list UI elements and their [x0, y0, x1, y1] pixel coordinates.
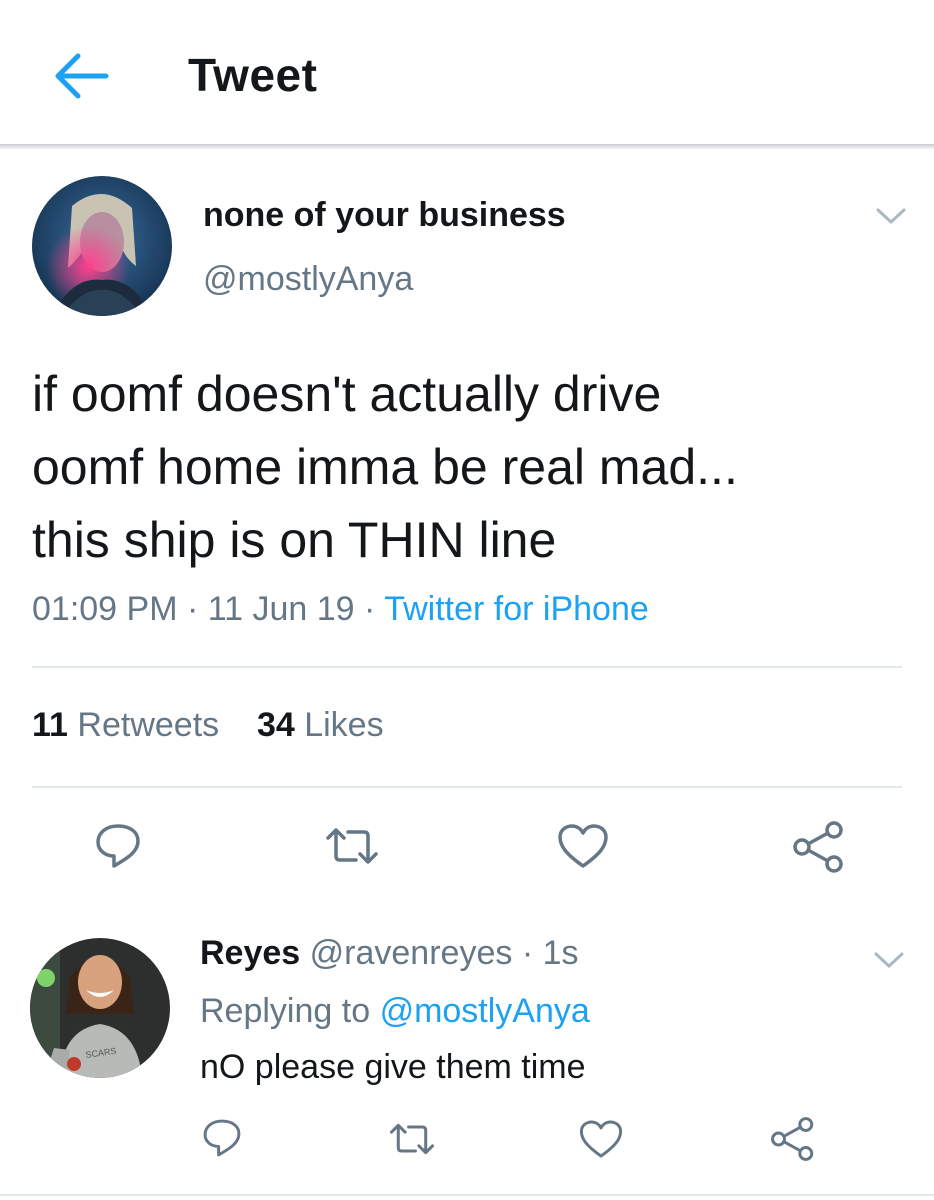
- reply-icon[interactable]: [92, 820, 144, 872]
- tweet-metadata: 01:09 PM · 11 Jun 19 · Twitter for iPhon…: [32, 590, 649, 629]
- like-icon[interactable]: [556, 822, 610, 870]
- divider: [32, 666, 902, 668]
- retweets-label: Retweets: [77, 706, 220, 744]
- tweet-text-line: if oomf doesn't actually drive: [32, 366, 662, 422]
- chevron-down-icon[interactable]: [872, 950, 906, 970]
- back-arrow-icon[interactable]: [50, 44, 114, 108]
- page-title: Tweet: [188, 49, 318, 101]
- tweet-text-line: this ship is on THIN line: [32, 512, 557, 568]
- reply-author-name[interactable]: Reyes: [200, 934, 300, 972]
- reply-author-avatar[interactable]: SCARS: [30, 938, 170, 1078]
- meta-separator: ·: [186, 590, 199, 628]
- reply-author-handle[interactable]: @ravenreyes: [310, 934, 513, 972]
- replying-to: Replying to @mostlyAnya: [200, 992, 590, 1031]
- author-display-name[interactable]: none of your business: [203, 196, 566, 235]
- like-icon[interactable]: [578, 1118, 624, 1160]
- retweets-stat[interactable]: 11 Retweets: [32, 706, 219, 744]
- chevron-down-icon[interactable]: [874, 206, 908, 226]
- retweet-icon[interactable]: [388, 1118, 436, 1160]
- tweet-text-line: oomf home imma be real mad...: [32, 439, 738, 495]
- tweet-time: 01:09 PM: [32, 590, 178, 628]
- meta-separator: ·: [364, 590, 376, 628]
- likes-count: 34: [256, 706, 295, 744]
- likes-label: Likes: [304, 706, 384, 744]
- divider: [0, 1194, 934, 1196]
- replying-to-handle[interactable]: @mostlyAnya: [380, 992, 590, 1030]
- header-divider: [0, 144, 934, 150]
- author-avatar[interactable]: [32, 176, 172, 316]
- reply-icon[interactable]: [200, 1116, 244, 1160]
- share-icon[interactable]: [770, 1116, 816, 1162]
- author-handle[interactable]: @mostlyAnya: [203, 260, 413, 299]
- engagement-stats: 11 Retweets 34 Likes: [32, 706, 384, 745]
- meta-separator: ·: [521, 934, 534, 972]
- reply-text: nO please give them time: [200, 1048, 586, 1086]
- likes-stat[interactable]: 34 Likes: [257, 706, 384, 744]
- share-icon[interactable]: [792, 820, 846, 874]
- tweet-source-link[interactable]: Twitter for iPhone: [384, 590, 649, 628]
- reply-header: Reyes @ravenreyes · 1s: [200, 934, 579, 973]
- divider: [32, 786, 902, 788]
- reply-age: 1s: [542, 934, 579, 972]
- tweet-date: 11 Jun 19: [207, 590, 355, 628]
- top-app-bar: Tweet: [0, 0, 934, 146]
- replying-to-prefix: Replying to: [200, 992, 371, 1030]
- tweet-text: if oomf doesn't actually drive oomf home…: [32, 358, 912, 577]
- retweet-icon[interactable]: [324, 822, 380, 870]
- retweets-count: 11: [32, 706, 68, 744]
